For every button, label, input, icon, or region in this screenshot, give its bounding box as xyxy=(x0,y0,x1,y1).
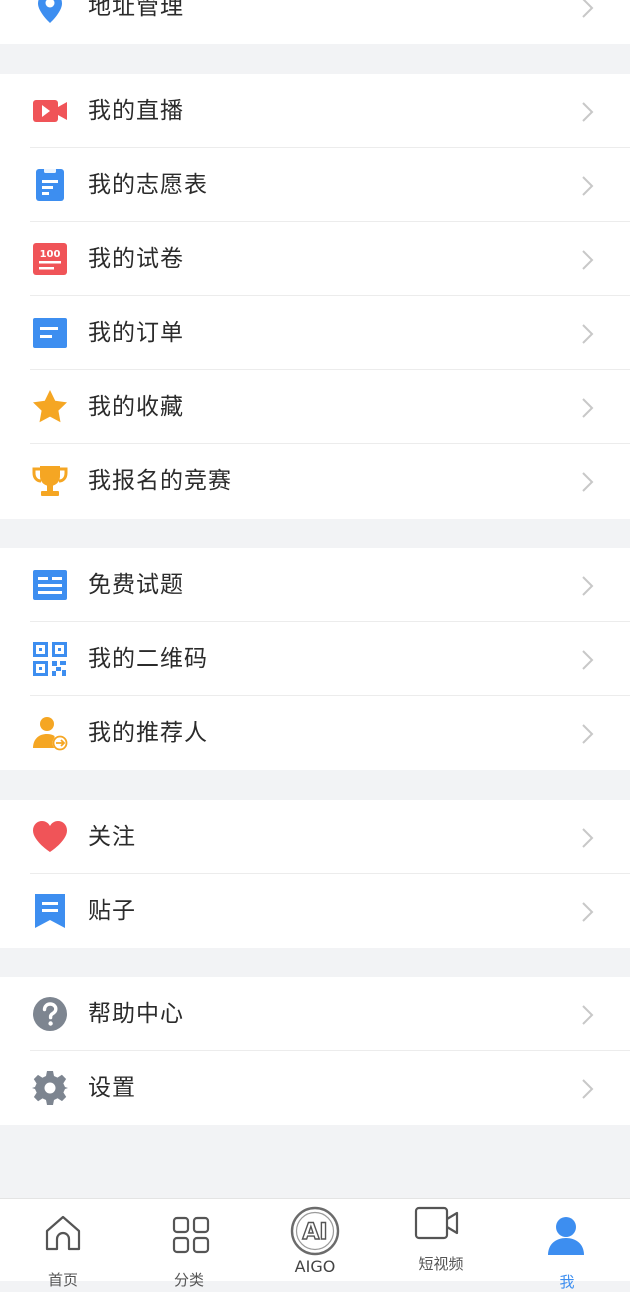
chevron-right-icon xyxy=(580,249,596,271)
chevron-right-icon xyxy=(580,723,596,745)
menu-item-label: 我的志愿表 xyxy=(88,172,208,198)
tab-label: AIGO xyxy=(294,1257,336,1276)
menu-item-label: 地址管理 xyxy=(88,0,184,20)
heart-icon xyxy=(32,819,68,855)
svg-text:100: 100 xyxy=(40,249,61,260)
menu-item-label: 我的直播 xyxy=(88,98,184,124)
location-pin-icon xyxy=(32,0,68,25)
menu-item-label: 我的订单 xyxy=(88,320,184,346)
ai-badge-text: AI xyxy=(302,1220,327,1245)
menu-item-referrer[interactable]: 我的推荐人 xyxy=(0,696,630,770)
tab-short-video[interactable]: 短视频 xyxy=(378,1199,504,1281)
menu-group-learning: 我的直播 我的志愿表 100 我的试卷 我的订单 我的收藏 我报名的竞赛 xyxy=(0,74,630,519)
tab-me[interactable]: 我 xyxy=(504,1199,630,1291)
chevron-right-icon xyxy=(580,101,596,123)
menu-item-label: 帮助中心 xyxy=(88,1001,184,1027)
video-icon xyxy=(414,1205,460,1241)
trophy-icon xyxy=(32,463,68,499)
clipboard-icon xyxy=(32,167,68,203)
chevron-right-icon xyxy=(580,175,596,197)
menu-item-settings[interactable]: 设置 xyxy=(0,1051,630,1125)
chevron-right-icon xyxy=(580,575,596,597)
menu-item-free-questions[interactable]: 免费试题 xyxy=(0,548,630,622)
tab-aigo[interactable]: AI AIGO xyxy=(252,1199,378,1281)
chevron-right-icon xyxy=(580,471,596,493)
chevron-right-icon xyxy=(580,0,596,19)
menu-item-label: 免费试题 xyxy=(88,572,184,598)
home-icon xyxy=(43,1213,83,1253)
video-camera-icon xyxy=(32,93,68,129)
grid-icon xyxy=(171,1215,211,1255)
menu-item-papers[interactable]: 100 我的试卷 xyxy=(0,222,630,296)
help-icon xyxy=(32,996,68,1032)
chevron-right-icon xyxy=(580,397,596,419)
chevron-right-icon xyxy=(580,901,596,923)
chevron-right-icon xyxy=(580,649,596,671)
menu-item-label: 贴子 xyxy=(88,898,136,924)
question-list-icon xyxy=(32,567,68,603)
qr-code-icon xyxy=(32,641,68,677)
user-icon xyxy=(546,1215,586,1255)
menu-group-system: 帮助中心 设置 xyxy=(0,977,630,1125)
gear-icon xyxy=(32,1070,68,1106)
tab-category[interactable]: 分类 xyxy=(126,1199,252,1289)
menu-item-qrcode[interactable]: 我的二维码 xyxy=(0,622,630,696)
menu-item-volunteer[interactable]: 我的志愿表 xyxy=(0,148,630,222)
bottom-tab-bar: 首页 分类 AI AIGO 短视频 我 xyxy=(0,1198,630,1291)
tab-label: 短视频 xyxy=(418,1255,464,1273)
menu-item-label: 我报名的竞赛 xyxy=(88,468,232,494)
chevron-right-icon xyxy=(580,827,596,849)
menu-item-follow[interactable]: 关注 xyxy=(0,800,630,874)
bookmark-icon xyxy=(32,893,68,929)
order-list-icon xyxy=(32,315,68,351)
menu-group-social: 关注 贴子 xyxy=(0,800,630,948)
ai-badge-icon: AI xyxy=(289,1205,341,1257)
menu-item-live[interactable]: 我的直播 xyxy=(0,74,630,148)
menu-item-label: 我的试卷 xyxy=(88,246,184,272)
user-share-icon xyxy=(32,715,68,751)
menu-item-label: 设置 xyxy=(88,1075,136,1101)
menu-item-competitions[interactable]: 我报名的竞赛 xyxy=(0,444,630,518)
exam-paper-icon: 100 xyxy=(32,241,68,277)
menu-item-address[interactable]: 地址管理 xyxy=(0,0,630,44)
menu-item-favorites[interactable]: 我的收藏 xyxy=(0,370,630,444)
menu-item-orders[interactable]: 我的订单 xyxy=(0,296,630,370)
tab-home[interactable]: 首页 xyxy=(0,1199,126,1289)
menu-item-label: 我的收藏 xyxy=(88,394,184,420)
menu-group-tools: 免费试题 我的二维码 我的推荐人 xyxy=(0,548,630,770)
menu-item-help[interactable]: 帮助中心 xyxy=(0,977,630,1051)
tab-label: 我 xyxy=(559,1273,575,1291)
menu-group-address: 地址管理 xyxy=(0,0,630,44)
menu-item-label: 关注 xyxy=(88,824,136,850)
star-icon xyxy=(32,389,68,425)
menu-item-posts[interactable]: 贴子 xyxy=(0,874,630,948)
chevron-right-icon xyxy=(580,1078,596,1100)
menu-item-label: 我的二维码 xyxy=(88,646,208,672)
chevron-right-icon xyxy=(580,1004,596,1026)
menu-item-label: 我的推荐人 xyxy=(88,720,208,746)
chevron-right-icon xyxy=(580,323,596,345)
